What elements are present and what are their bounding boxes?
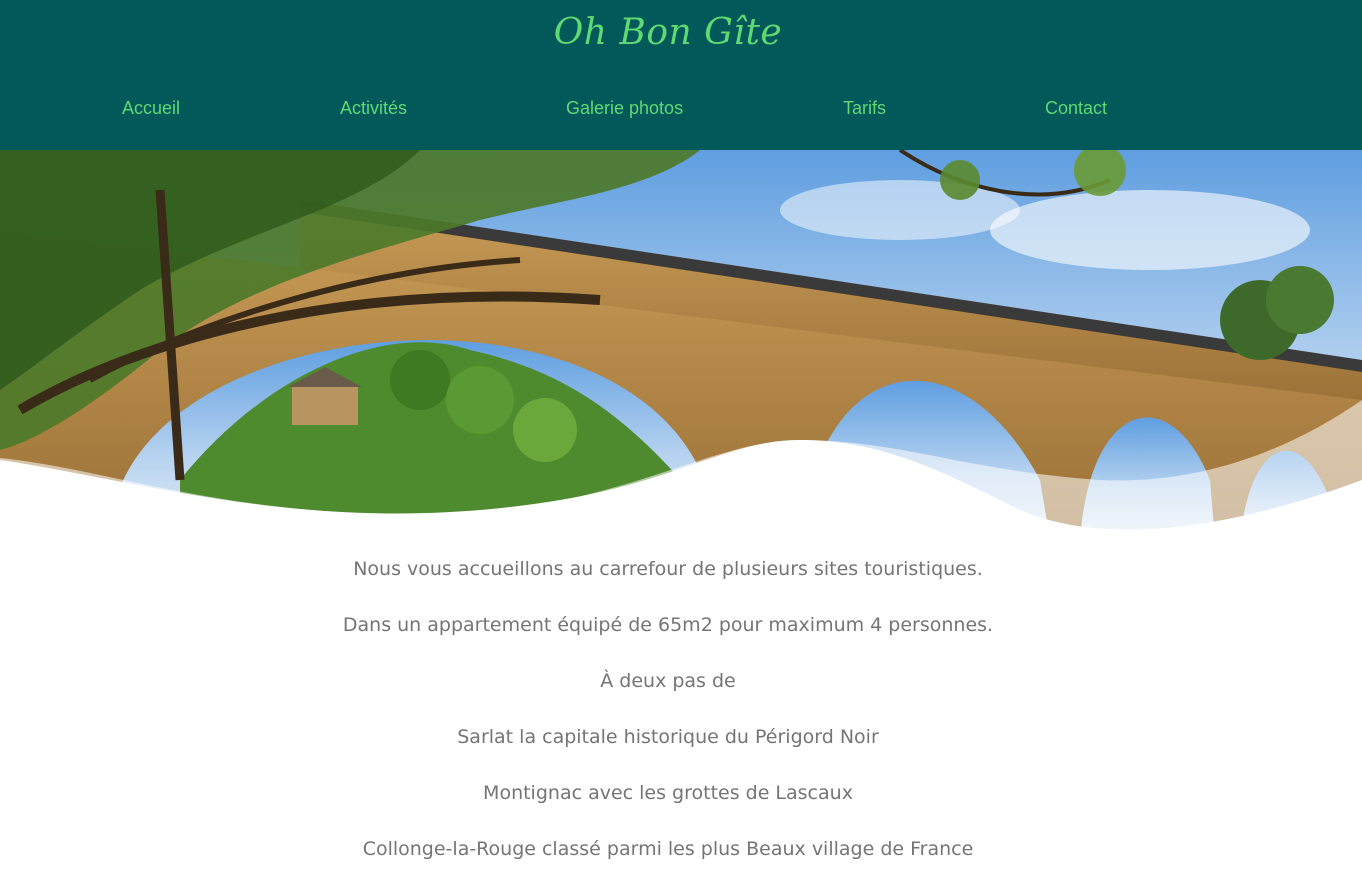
hero-bridge-image [0,150,1362,540]
intro-paragraph: Sarlat la capitale historique du Périgor… [457,726,879,748]
nav-item-activites[interactable]: Activités [340,98,407,119]
hero-banner [0,150,1362,540]
site-header: Oh Bon Gîte Accueil Activités Galerie ph… [0,0,1362,150]
nav-item-galerie-photos[interactable]: Galerie photos [566,98,683,119]
intro-paragraph: Nous vous accueillons au carrefour de pl… [353,558,983,580]
intro-paragraph: Montignac avec les grottes de Lascaux [483,782,853,804]
intro-paragraph: Dans un appartement équipé de 65m2 pour … [342,614,994,636]
intro-paragraph: À deux pas de [600,670,736,692]
intro-text: Nous vous accueillons au carrefour de pl… [0,554,1336,872]
nav-item-tarifs[interactable]: Tarifs [843,98,886,119]
site-logo-title[interactable]: Oh Bon Gîte [0,12,1336,53]
intro-paragraph: Collonge-la-Rouge classé parmi les plus … [362,838,974,860]
nav-item-accueil[interactable]: Accueil [122,98,180,119]
nav-item-contact[interactable]: Contact [1045,98,1107,119]
